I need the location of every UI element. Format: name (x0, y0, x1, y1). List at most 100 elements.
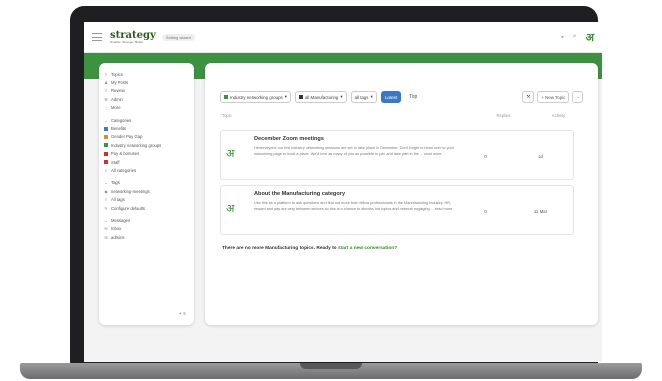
new-topic-label: New Topic (545, 94, 566, 100)
bell-icon: ◔ (576, 94, 579, 100)
no-more-text: There are no more Manufacturing topics. … (222, 246, 337, 251)
category-dropdown[interactable]: Industry networking groups ▾ (220, 91, 291, 103)
sidebar-item-label: Admin (111, 96, 123, 102)
messages-section-header[interactable]: ⌄ Messages (104, 216, 189, 224)
category-label: Pay & bonuses (111, 151, 140, 157)
sidebar-category[interactable]: Pay & bonuses (104, 150, 189, 158)
chevron-down-icon: ▾ (370, 94, 373, 99)
tag-label: networking-meetings (111, 188, 150, 194)
header-icons: ▪ ⌕ अ (561, 30, 594, 45)
sidebar-item-label: My Posts (111, 80, 129, 86)
subcategory-dropdown[interactable]: all Manufacturing ▾ (294, 91, 347, 103)
chevron-down-icon: ▾ (340, 94, 343, 99)
section-label: Messages (111, 217, 131, 223)
chat-icon[interactable]: ▪ (561, 34, 563, 41)
category-color-swatch (104, 160, 108, 165)
category-color-swatch (224, 95, 228, 99)
topic-activity[interactable]: 11 Mar (513, 191, 568, 229)
topic-avatar[interactable]: अ (226, 191, 246, 229)
latest-button[interactable]: Latest (380, 91, 402, 103)
new-conversation-link[interactable]: start a new conversation? (338, 246, 397, 251)
site-logo[interactable]: strategy Smarter. Stronger. Better. (110, 30, 156, 44)
top-bar: strategy Smarter. Stronger. Better. Sett… (84, 22, 602, 53)
list-icon: ≡ (104, 197, 108, 203)
category-color-swatch (104, 143, 108, 148)
sidebar-tag[interactable]: ✎ Configure defaults (104, 204, 189, 212)
sidebar-category[interactable]: Gender Pay Gap (104, 133, 189, 141)
category-color-swatch (104, 151, 108, 156)
no-more-topics-message: There are no more Manufacturing topics. … (222, 246, 397, 251)
sidebar: ≡ Topics ♟ My Posts ≡ Review ⚒ Admin ⋮ More ⌄… (99, 63, 194, 325)
topic-body: December Zoom meetings Hereeveyone our f… (246, 136, 458, 174)
sidebar-item-more[interactable]: ⋮ More (104, 104, 189, 112)
user-avatar[interactable]: अ (586, 30, 594, 45)
list-icon: ≡ (104, 167, 108, 173)
topic-row[interactable]: अ About the Manufacturing category Use t… (220, 185, 574, 235)
plus-icon: + (541, 94, 544, 100)
inbox-icon: ✉ (104, 226, 108, 232)
sidebar-item-review[interactable]: ≡ Review (104, 87, 189, 95)
sidebar-footer-icons: + ≡ (179, 311, 186, 317)
category-label: Benefits (111, 126, 127, 132)
top-button[interactable]: Top (405, 94, 421, 100)
topic-avatar[interactable]: अ (226, 136, 246, 174)
notifications-button[interactable]: ◔ (572, 91, 583, 103)
sidebar-item-topics[interactable]: ≡ Topics (104, 70, 189, 78)
sidebar-message[interactable]: ✉ Inbox (104, 225, 189, 233)
filter-bar: Industry networking groups ▾ all Manufact… (220, 91, 421, 103)
topic-body: About the Manufacturing category Use thi… (246, 191, 458, 229)
tag-icon: ◆ (104, 188, 108, 194)
topic-title[interactable]: December Zoom meetings (254, 136, 458, 142)
setup-wizard-pill[interactable]: Setting wizard (161, 33, 195, 41)
dropdown-value: all Manufacturing (304, 94, 339, 100)
categories-section-header[interactable]: ⌄ Categories (104, 116, 189, 124)
topic-replies: 0 (484, 209, 487, 214)
sidebar-item-my-posts[interactable]: ♟ My Posts (104, 78, 189, 86)
category-color-swatch (104, 134, 108, 139)
add-icon[interactable]: + (179, 311, 182, 317)
tag-label: Configure defaults (111, 205, 145, 211)
sidebar-item-label: Review (111, 88, 125, 94)
main-panel: Industry networking groups ▾ all Manufact… (205, 63, 598, 325)
col-topic[interactable]: Topic (222, 113, 476, 118)
topic-row[interactable]: अ December Zoom meetings Hereeveyone our… (220, 130, 574, 180)
sidebar-all-categories[interactable]: ≡ All categories (104, 166, 189, 174)
wrench-icon: ⚒ (104, 96, 108, 102)
settings-icon[interactable]: ≡ (183, 311, 186, 317)
col-replies[interactable]: Replies (476, 113, 531, 118)
category-color-swatch (298, 95, 303, 99)
topic-activity[interactable]: 1d (513, 136, 568, 174)
chevron-down-icon: ▾ (284, 94, 287, 99)
dropdown-value: Industry networking groups (230, 94, 283, 100)
inbox-icon: ✉ (104, 234, 108, 240)
logo-tagline: Smarter. Stronger. Better. (110, 39, 144, 44)
sidebar-tag[interactable]: ◆ networking-meetings (104, 187, 189, 195)
hamburger-icon[interactable] (92, 33, 102, 41)
sidebar-category[interactable]: Industry networking groups (104, 141, 189, 149)
section-label: Categories (111, 117, 132, 123)
message-label: Inbox (111, 226, 122, 232)
chevron-down-icon: ⌄ (104, 217, 108, 223)
dropdown-value: all tags (354, 94, 369, 100)
topic-replies: 0 (484, 154, 487, 159)
new-topic-button[interactable]: + New Topic (537, 91, 570, 103)
col-activity[interactable]: Activity (531, 113, 586, 118)
category-label: Industry networking groups (111, 142, 162, 148)
sidebar-message[interactable]: ✉ admins (104, 233, 189, 241)
search-icon[interactable]: ⌕ (573, 33, 577, 41)
tags-section-header[interactable]: ⌄ Tags (104, 179, 189, 187)
topic-title[interactable]: About the Manufacturing category (254, 191, 458, 197)
wrench-button[interactable]: ⚒ (522, 91, 535, 103)
sidebar-category[interactable]: Staff (104, 158, 189, 166)
sidebar-category[interactable]: Benefits (104, 124, 189, 132)
category-label: Gender Pay Gap (111, 134, 143, 140)
tags-dropdown[interactable]: all tags ▾ (350, 91, 377, 103)
tag-label: All tags (111, 197, 125, 203)
wrench-icon: ⚒ (526, 94, 531, 99)
sidebar-tag[interactable]: ≡ All tags (104, 195, 189, 203)
sidebar-item-admin[interactable]: ⚒ Admin (104, 95, 189, 103)
chevron-down-icon: ⌄ (104, 180, 108, 186)
category-color-swatch (104, 126, 108, 131)
action-buttons: ⚒ + New Topic ◔ (522, 91, 583, 103)
topics-icon: ≡ (104, 71, 108, 77)
